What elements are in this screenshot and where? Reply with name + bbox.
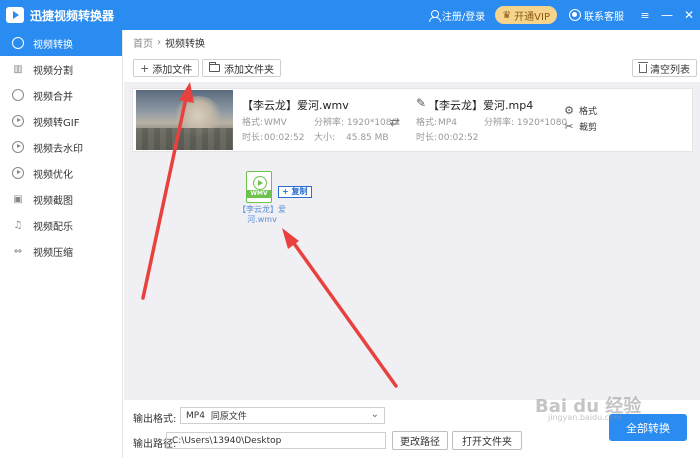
trash-icon: [638, 61, 648, 73]
sidebar-item-video-split[interactable]: ▥ 视频分割: [0, 56, 122, 82]
output-settings-bar: 输出格式: MP4 同原文件 ⌄ 输出路径: C:\Users\13940\De…: [124, 400, 700, 458]
video-convert-icon: [11, 36, 25, 50]
source-size: 大小: 45.85 MB: [314, 133, 389, 143]
close-icon[interactable]: ✕: [678, 0, 700, 30]
source-format: 格式:WMV: [242, 118, 287, 128]
scissors-icon: ✂: [564, 120, 574, 133]
sidebar-item-remove-watermark[interactable]: 视频去水印: [0, 134, 122, 160]
source-file-name: 【李云龙】爱河.wmv: [242, 99, 349, 112]
convert-arrows-icon: ⇄: [390, 115, 401, 129]
titlebar-actions: 注册/登录 ♛ 开通VIP 联系客服 ≡ — ✕: [428, 0, 700, 30]
dragged-file-name: 【李云龙】爱河.wmv: [238, 205, 286, 224]
clear-list-button[interactable]: 清空列表: [632, 59, 697, 77]
convert-all-button[interactable]: 全部转换: [609, 414, 687, 441]
remove-watermark-icon: [11, 140, 25, 154]
sidebar-item-label: 视频转换: [33, 39, 73, 51]
user-icon: [428, 9, 441, 22]
customer-service-icon: [569, 9, 581, 21]
vip-button[interactable]: ♛ 开通VIP: [495, 6, 557, 24]
breadcrumb-home[interactable]: 首页: [133, 35, 153, 50]
output-format-label: 输出格式:: [133, 414, 177, 425]
minimize-icon[interactable]: —: [656, 0, 678, 30]
add-file-button[interactable]: + 添加文件: [133, 59, 200, 77]
main-panel: 首页 › 视频转换 + 添加文件 添加文件夹 清空列表 【李云龙】爱河.wmv …: [124, 30, 700, 458]
music-icon: ♫: [13, 219, 23, 231]
sidebar-item-video-screenshot[interactable]: ▣ 视频截图: [0, 186, 122, 212]
source-duration: 时长:00:02:52: [242, 133, 305, 143]
add-folder-label: 添加文件夹: [224, 64, 274, 76]
sidebar-item-video-merge[interactable]: 视频合并: [0, 82, 122, 108]
target-resolution: 分辨率: 1920*1080: [484, 118, 568, 128]
customer-service-label: 联系客服: [584, 11, 624, 23]
rename-icon[interactable]: ✎: [416, 96, 426, 110]
crown-icon: ♛: [502, 9, 512, 21]
compress-icon: ⇔: [13, 245, 23, 257]
vip-label: 开通VIP: [514, 11, 550, 23]
breadcrumb-current: 视频转换: [165, 38, 205, 50]
customer-service-button[interactable]: 联系客服: [569, 8, 624, 23]
sidebar-item-video-compress[interactable]: ⇔ 视频压缩: [0, 238, 122, 264]
sidebar-item-label: 视频去水印: [33, 143, 83, 155]
video-thumbnail: [136, 90, 233, 150]
sidebar-item-video-music[interactable]: ♫ 视频配乐: [0, 212, 122, 238]
login-button[interactable]: 注册/登录: [428, 8, 486, 23]
format-settings-button[interactable]: ⚙ 格式: [563, 104, 597, 117]
wmv-file-icon: WMV: [246, 171, 272, 203]
plus-icon: +: [140, 61, 150, 75]
video-optimize-icon: [11, 166, 25, 180]
file-row[interactable]: 【李云龙】爱河.wmv 格式:WMV 分辨率: 1920*1080 时长:00:…: [132, 88, 693, 152]
sidebar-item-label: 视频截图: [33, 195, 73, 207]
login-label: 注册/登录: [441, 11, 486, 23]
target-duration: 时长:00:02:52: [416, 133, 479, 143]
gear-icon: ⚙: [564, 104, 574, 117]
target-file-name: 【李云龙】爱河.mp4: [428, 99, 534, 112]
sidebar-item-label: 视频转GIF: [33, 117, 80, 129]
sidebar-item-label: 视频合并: [33, 91, 73, 103]
title-bar: 迅捷视频转换器 注册/登录 ♛ 开通VIP 联系客服 ≡ — ✕: [0, 0, 700, 30]
video-gif-icon: [11, 114, 25, 128]
add-file-label: 添加文件: [152, 64, 193, 76]
app-title: 迅捷视频转换器: [30, 8, 115, 23]
sidebar-item-label: 视频分割: [33, 65, 73, 77]
sidebar: 视频转换 ▥ 视频分割 视频合并 视频转GIF 视频去水印 视频优化 ▣ 视频截…: [0, 30, 123, 458]
target-format: 格式:MP4: [416, 118, 457, 128]
sidebar-item-label: 视频优化: [33, 169, 73, 181]
breadcrumb-separator: ›: [157, 36, 161, 48]
open-folder-button[interactable]: 打开文件夹: [452, 431, 522, 450]
menu-icon[interactable]: ≡: [634, 0, 656, 30]
video-merge-icon: [11, 88, 25, 102]
chevron-down-icon: ⌄: [370, 409, 379, 420]
video-screenshot-icon: ▣: [13, 193, 23, 205]
add-folder-button[interactable]: 添加文件夹: [202, 59, 281, 77]
source-resolution: 分辨率: 1920*1080: [314, 118, 398, 128]
sidebar-item-video-optimize[interactable]: 视频优化: [0, 160, 122, 186]
change-path-button[interactable]: 更改路径: [392, 431, 448, 450]
clear-list-label: 清空列表: [650, 64, 690, 76]
sidebar-item-video-convert[interactable]: 视频转换: [0, 30, 122, 56]
video-split-icon: ▥: [13, 63, 23, 75]
app-logo-icon: [6, 7, 24, 23]
breadcrumb: 首页 › 视频转换: [124, 30, 700, 54]
folder-icon: [209, 62, 220, 72]
sidebar-item-label: 视频压缩: [33, 247, 73, 259]
sidebar-item-video-gif[interactable]: 视频转GIF: [0, 108, 122, 134]
toolbar: + 添加文件 添加文件夹 清空列表: [124, 54, 700, 82]
output-format-select[interactable]: MP4 同原文件 ⌄: [180, 407, 385, 424]
copy-badge: + 复制: [278, 186, 312, 198]
sidebar-item-label: 视频配乐: [33, 221, 73, 233]
cut-button[interactable]: ✂ 裁剪: [563, 120, 597, 133]
output-path-field[interactable]: C:\Users\13940\Desktop: [166, 432, 386, 449]
